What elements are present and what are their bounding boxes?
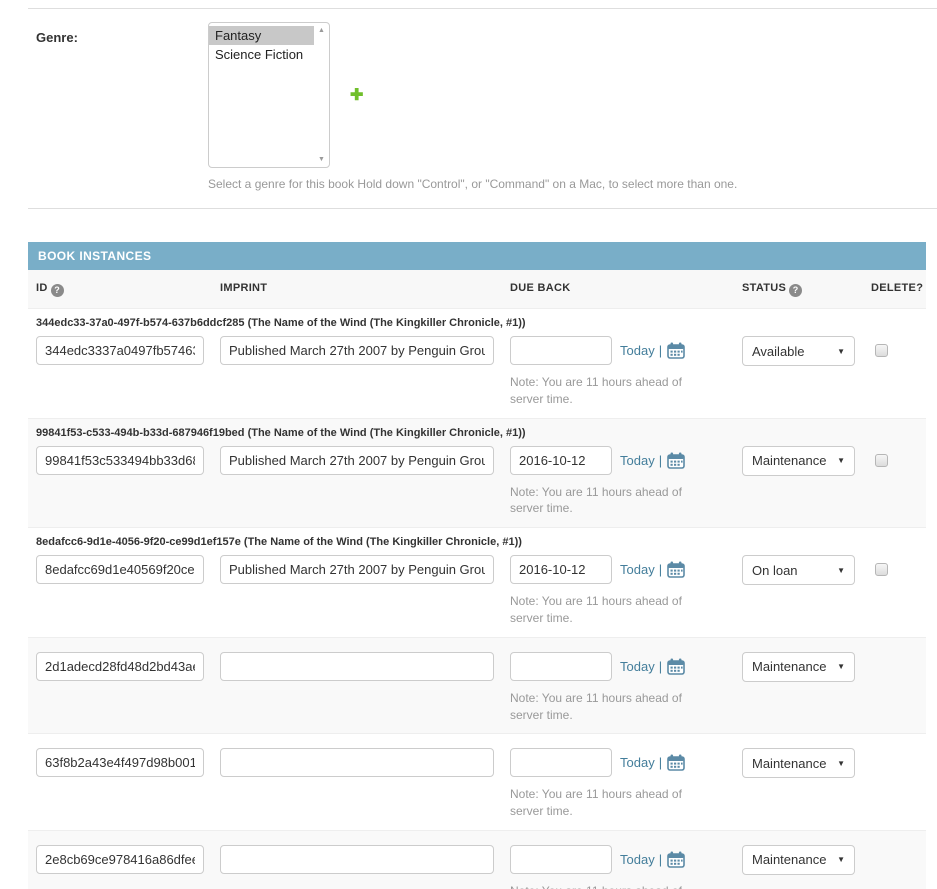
instance-label: 8edafcc6-9d1e-4056-9f20-ce99d1ef157e (Th…: [28, 534, 926, 555]
section-divider: [28, 208, 937, 209]
instance-label: 99841f53-c533-494b-b33d-687946f19bed (Th…: [28, 425, 926, 446]
status-select[interactable]: Maintenance ▼: [742, 845, 855, 875]
table-header-row: ID? IMPRINT DUE BACK STATUS? DELETE?: [28, 270, 926, 309]
chevron-down-icon: ▼: [837, 347, 845, 356]
genre-label: Genre:: [36, 22, 208, 45]
table-row: 344edc33-37a0-497f-b574-637b6ddcf285 (Th…: [28, 309, 926, 419]
id-input[interactable]: [36, 446, 204, 475]
status-select[interactable]: Maintenance ▼: [742, 652, 855, 682]
calendar-icon[interactable]: [667, 452, 685, 469]
genre-multiselect[interactable]: Fantasy Science Fiction ▲ ▼: [208, 22, 330, 168]
module-title: BOOK INSTANCES: [28, 242, 926, 270]
today-link[interactable]: Today: [620, 659, 655, 674]
link-separator: |: [659, 562, 662, 577]
status-select[interactable]: On loan ▼: [742, 555, 855, 585]
link-separator: |: [659, 659, 662, 674]
status-select[interactable]: Maintenance ▼: [742, 446, 855, 476]
calendar-icon[interactable]: [667, 754, 685, 771]
scroll-up-icon[interactable]: ▲: [318, 27, 325, 34]
table-row: Today | Note: You are 11 hours ahead of …: [28, 734, 926, 831]
genre-help-text: Select a genre for this book Hold down "…: [208, 177, 937, 191]
today-link[interactable]: Today: [620, 755, 655, 770]
link-separator: |: [659, 755, 662, 770]
link-separator: |: [659, 343, 662, 358]
today-link[interactable]: Today: [620, 852, 655, 867]
chevron-down-icon: ▼: [837, 566, 845, 575]
today-link[interactable]: Today: [620, 562, 655, 577]
due-back-input[interactable]: [510, 336, 612, 365]
server-time-note: Note: You are 11 hours ahead of server t…: [510, 593, 715, 627]
id-help-icon: ?: [51, 284, 64, 297]
table-row: 99841f53-c533-494b-b33d-687946f19bed (Th…: [28, 419, 926, 529]
instance-label: 344edc33-37a0-497f-b574-637b6ddcf285 (Th…: [28, 315, 926, 336]
calendar-icon[interactable]: [667, 342, 685, 359]
id-input[interactable]: [36, 845, 204, 874]
book-instances-module: BOOK INSTANCES ID? IMPRINT DUE BACK STAT…: [28, 242, 926, 889]
id-input[interactable]: [36, 555, 204, 584]
delete-checkbox[interactable]: [875, 344, 888, 357]
chevron-down-icon: ▼: [837, 855, 845, 864]
due-back-input[interactable]: [510, 446, 612, 475]
imprint-input[interactable]: [220, 748, 494, 777]
column-header-due-back: DUE BACK: [502, 282, 734, 297]
id-input[interactable]: [36, 336, 204, 365]
genre-options-list: Fantasy Science Fiction: [209, 23, 314, 167]
status-select-value: Maintenance: [752, 756, 826, 771]
today-link[interactable]: Today: [620, 343, 655, 358]
status-select-value: On loan: [752, 563, 798, 578]
add-genre-icon[interactable]: ✚: [350, 85, 363, 105]
status-help-icon: ?: [789, 284, 802, 297]
due-back-input[interactable]: [510, 845, 612, 874]
chevron-down-icon: ▼: [837, 456, 845, 465]
today-link[interactable]: Today: [620, 453, 655, 468]
server-time-note: Note: You are 11 hours ahead of server t…: [510, 374, 715, 408]
scroll-down-icon[interactable]: ▼: [318, 156, 325, 163]
link-separator: |: [659, 453, 662, 468]
id-input[interactable]: [36, 748, 204, 777]
due-back-input[interactable]: [510, 652, 612, 681]
server-time-note: Note: You are 11 hours ahead of server t…: [510, 883, 715, 889]
server-time-note: Note: You are 11 hours ahead of server t…: [510, 484, 715, 518]
chevron-down-icon: ▼: [837, 759, 845, 768]
imprint-input[interactable]: [220, 336, 494, 365]
column-header-imprint: IMPRINT: [212, 282, 502, 297]
status-select[interactable]: Maintenance ▼: [742, 748, 855, 778]
server-time-note: Note: You are 11 hours ahead of server t…: [510, 690, 715, 724]
column-header-id: ID?: [28, 282, 212, 297]
genre-field-row: Genre: Fantasy Science Fiction ▲ ▼ ✚: [36, 22, 937, 168]
column-header-delete: DELETE?: [863, 282, 926, 297]
status-select-value: Available: [752, 344, 805, 359]
genre-option-fantasy[interactable]: Fantasy: [209, 26, 314, 45]
link-separator: |: [659, 852, 662, 867]
top-divider: [28, 8, 937, 9]
genre-select-scrollbar[interactable]: ▲ ▼: [314, 23, 329, 167]
imprint-input[interactable]: [220, 555, 494, 584]
status-select-value: Maintenance: [752, 453, 826, 468]
table-row: Today | Note: You are 11 hours ahead of …: [28, 638, 926, 735]
delete-checkbox[interactable]: [875, 563, 888, 576]
due-back-input[interactable]: [510, 555, 612, 584]
table-row: 8edafcc6-9d1e-4056-9f20-ce99d1ef157e (Th…: [28, 528, 926, 638]
genre-option-science-fiction[interactable]: Science Fiction: [209, 45, 314, 64]
server-time-note: Note: You are 11 hours ahead of server t…: [510, 786, 715, 820]
status-select-value: Maintenance: [752, 659, 826, 674]
delete-checkbox[interactable]: [875, 454, 888, 467]
calendar-icon[interactable]: [667, 851, 685, 868]
column-header-status: STATUS?: [734, 282, 863, 297]
due-back-input[interactable]: [510, 748, 612, 777]
status-select-value: Maintenance: [752, 852, 826, 867]
imprint-input[interactable]: [220, 845, 494, 874]
genre-widget: Fantasy Science Fiction ▲ ▼ ✚: [208, 22, 363, 168]
calendar-icon[interactable]: [667, 561, 685, 578]
table-row: Today | Note: You are 11 hours ahead of …: [28, 831, 926, 889]
id-input[interactable]: [36, 652, 204, 681]
status-select[interactable]: Available ▼: [742, 336, 855, 366]
chevron-down-icon: ▼: [837, 662, 845, 671]
imprint-input[interactable]: [220, 446, 494, 475]
calendar-icon[interactable]: [667, 658, 685, 675]
imprint-input[interactable]: [220, 652, 494, 681]
